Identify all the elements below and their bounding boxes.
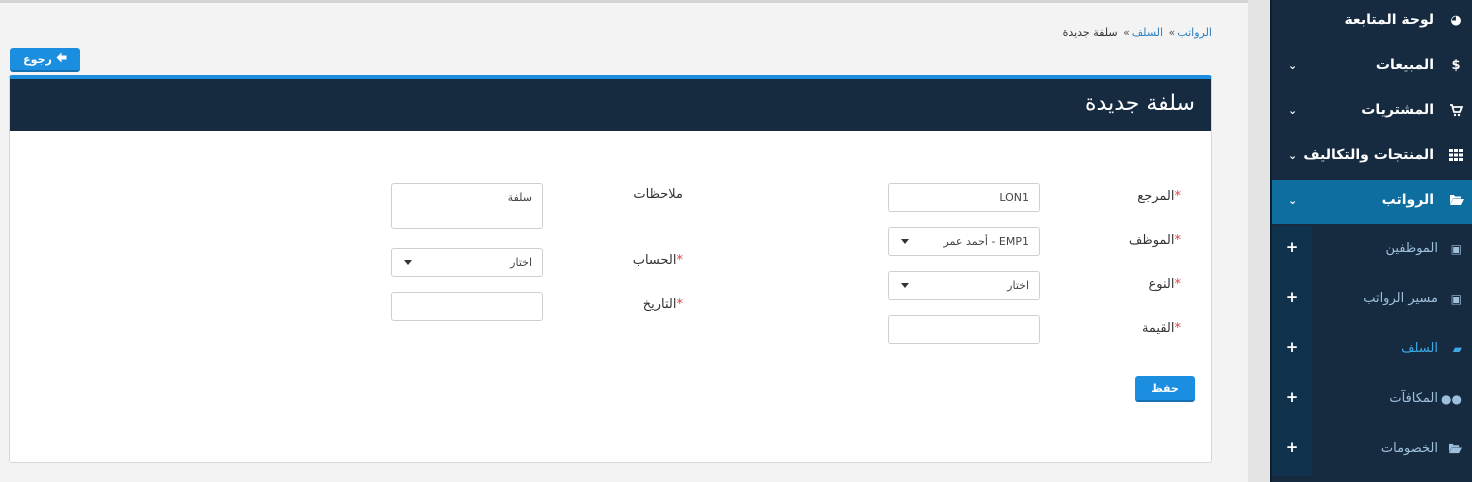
- dashboard-icon: ◕: [1450, 13, 1462, 28]
- amount-label: *القيمة: [1142, 321, 1181, 336]
- sidebar-item-bonuses[interactable]: + ●● المكافآت: [1272, 376, 1472, 426]
- date-label-text: التاريخ: [642, 297, 677, 312]
- grid-icon: [1448, 148, 1464, 164]
- plus-icon[interactable]: +: [1284, 438, 1300, 456]
- type-label: *النوع: [1149, 277, 1181, 292]
- save-button[interactable]: حفظ: [1135, 376, 1195, 402]
- back-button[interactable]: رجوع: [10, 48, 80, 72]
- sidebar-item-sales[interactable]: $ المبيعات ⌄: [1272, 45, 1472, 89]
- sidebar-item-deductions[interactable]: + الخصومات: [1272, 426, 1472, 476]
- caret-down-icon: [404, 260, 412, 265]
- caret-down-icon: [901, 239, 909, 244]
- scrollbar[interactable]: [1248, 0, 1270, 482]
- required-mark: *: [1174, 277, 1182, 292]
- breadcrumb-separator: »: [1168, 26, 1176, 39]
- caret-down-icon: [901, 283, 909, 288]
- sidebar: ◕ لوحة المتابعة $ المبيعات ⌄ المشتريات ⌄…: [1270, 0, 1472, 482]
- type-select-value: اختار: [1007, 279, 1029, 292]
- employee-label: *الموظف: [1129, 233, 1181, 248]
- sidebar-item-label: لوحة المتابعة: [1344, 12, 1434, 28]
- plus-icon[interactable]: +: [1284, 338, 1300, 356]
- reference-input[interactable]: LON1: [888, 183, 1040, 212]
- account-select-value: اختار: [510, 256, 532, 269]
- cart-icon: [1448, 103, 1464, 119]
- sidebar-item-advances[interactable]: + ▰ السلف: [1272, 326, 1472, 376]
- notes-label: ملاحظات: [633, 187, 683, 202]
- page-title: سلفة جديدة: [1085, 91, 1195, 116]
- book-icon: ▰: [1452, 342, 1462, 356]
- chevron-down-icon: ⌄: [1288, 149, 1298, 162]
- required-mark: *: [676, 253, 684, 268]
- chevron-down-icon: ⌄: [1288, 194, 1298, 207]
- amount-label-text: القيمة: [1141, 321, 1175, 336]
- top-divider: [0, 0, 1248, 3]
- sidebar-item-dashboard[interactable]: ◕ لوحة المتابعة: [1272, 0, 1472, 44]
- date-input[interactable]: [391, 292, 543, 321]
- breadcrumb: الرواتب» السلف» سلفة جديدة: [1063, 26, 1212, 39]
- reference-label-text: المرجع: [1137, 189, 1175, 204]
- sidebar-item-label: الخصومات: [1380, 441, 1438, 456]
- folder-open-icon: [1448, 442, 1462, 457]
- chevron-down-icon: ⌄: [1288, 59, 1298, 72]
- required-mark: *: [1174, 233, 1182, 248]
- plus-icon[interactable]: +: [1284, 288, 1300, 306]
- sidebar-item-payroll-run[interactable]: + ▣ مسير الرواتب: [1272, 276, 1472, 326]
- form-panel: سلفة جديدة *المرجع LON1 *الموظف EMP1 - أ…: [9, 75, 1212, 463]
- calendar-check-icon: ▣: [1450, 292, 1462, 306]
- account-label-text: الحساب: [632, 253, 677, 268]
- sidebar-item-label: المشتريات: [1361, 102, 1434, 118]
- breadcrumb-link-payroll[interactable]: الرواتب: [1177, 26, 1212, 39]
- required-mark: *: [1174, 189, 1182, 204]
- arrow-left-icon: [56, 52, 67, 66]
- plus-icon[interactable]: +: [1284, 388, 1300, 406]
- sidebar-item-employees[interactable]: + ▣ الموظفين: [1272, 226, 1472, 276]
- users-icon: ●●: [1441, 392, 1462, 406]
- employee-label-text: الموظف: [1128, 233, 1175, 248]
- amount-input[interactable]: [888, 315, 1040, 344]
- back-button-label: رجوع: [23, 52, 52, 66]
- calendar-check-icon: ▣: [1450, 242, 1462, 256]
- sidebar-item-label: مسير الرواتب: [1363, 291, 1438, 306]
- breadcrumb-link-advances[interactable]: السلف: [1132, 26, 1163, 39]
- notes-textarea[interactable]: سلفة: [391, 183, 543, 229]
- date-label: *التاريخ: [643, 297, 683, 312]
- required-mark: *: [676, 297, 684, 312]
- sidebar-item-products[interactable]: المنتجات والتكاليف ⌄: [1272, 135, 1472, 179]
- sidebar-item-payroll[interactable]: الرواتب ⌄: [1272, 180, 1472, 224]
- breadcrumb-separator: »: [1123, 26, 1130, 39]
- plus-icon[interactable]: +: [1284, 238, 1300, 256]
- sidebar-item-label: الموظفين: [1385, 241, 1438, 256]
- sidebar-item-label: المكافآت: [1389, 391, 1438, 406]
- reference-label: *المرجع: [1137, 189, 1181, 204]
- type-select[interactable]: اختار: [888, 271, 1040, 300]
- account-select[interactable]: اختار: [391, 248, 543, 277]
- employee-select-value: EMP1 - أحمد عمر: [943, 235, 1029, 248]
- folder-open-icon: [1448, 193, 1464, 209]
- account-label: *الحساب: [633, 253, 683, 268]
- sidebar-item-label: الرواتب: [1381, 192, 1434, 208]
- type-label-text: النوع: [1148, 277, 1175, 292]
- sidebar-item-label: المبيعات: [1375, 57, 1434, 73]
- required-mark: *: [1174, 321, 1182, 336]
- panel-header: سلفة جديدة: [10, 79, 1211, 131]
- chevron-down-icon: ⌄: [1288, 104, 1298, 117]
- breadcrumb-current: سلفة جديدة: [1062, 26, 1118, 39]
- sidebar-item-purchases[interactable]: المشتريات ⌄: [1272, 90, 1472, 134]
- dollar-icon: $: [1451, 58, 1461, 73]
- sidebar-item-label: السلف: [1401, 341, 1438, 356]
- employee-select[interactable]: EMP1 - أحمد عمر: [888, 227, 1040, 256]
- sidebar-item-label: المنتجات والتكاليف: [1303, 147, 1434, 163]
